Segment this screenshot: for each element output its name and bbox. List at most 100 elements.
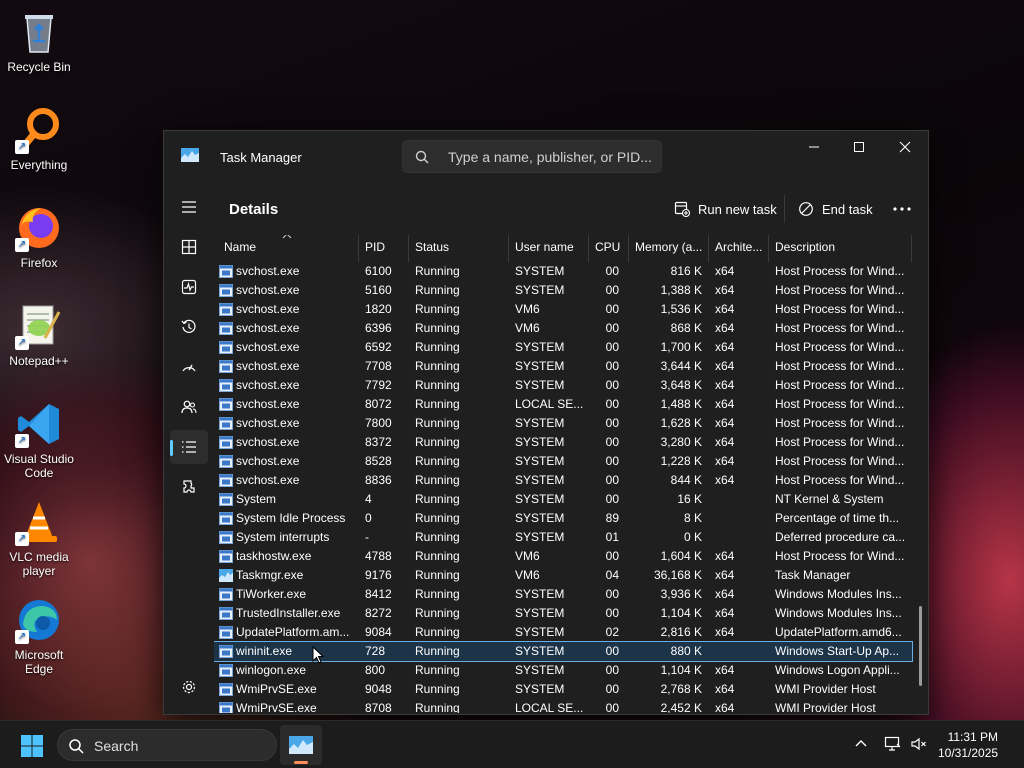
cell-user: VM6 <box>515 321 540 335</box>
start-button[interactable] <box>20 734 44 758</box>
table-row[interactable]: svchost.exe 6592 Running SYSTEM 00 1,700 K x64… <box>214 338 912 357</box>
cell-arch: x64 <box>715 454 735 468</box>
cell-pid: 5160 <box>365 283 392 297</box>
taskbar-app-task-manager[interactable] <box>280 725 322 765</box>
title-bar[interactable]: Task Manager <box>164 131 928 183</box>
system-clock[interactable]: 11:31 PM 10/31/2025 <box>938 729 998 761</box>
table-row[interactable]: svchost.exe 6100 Running SYSTEM 00 816 K x64 Ho… <box>214 262 912 281</box>
cell-desc: Task Manager <box>775 568 851 582</box>
table-row[interactable]: TrustedInstaller.exe 8272 Running SYSTEM 00 1… <box>214 604 912 623</box>
desktop-icon-notepad-plus-plus[interactable]: ↗ Notepad++ <box>4 302 74 368</box>
desktop-icon-firefox[interactable]: ↗ Firefox <box>4 204 74 270</box>
more-options-button[interactable] <box>888 195 916 223</box>
hamburger-menu-button[interactable] <box>170 190 208 224</box>
cell-user: SYSTEM <box>515 340 565 354</box>
close-button[interactable] <box>882 131 928 163</box>
cell-mem: 1,700 K <box>660 340 702 354</box>
column-header-label: Name <box>224 240 257 254</box>
chevron-up-icon[interactable] <box>852 735 870 753</box>
search-icon <box>69 739 84 754</box>
column-header-user-name[interactable]: User name <box>509 235 589 262</box>
cell-user: VM6 <box>515 302 540 316</box>
nav-details[interactable] <box>170 430 208 464</box>
table-row[interactable]: System 4 Running SYSTEM 00 16 K NT Kernel & Sy… <box>214 490 912 509</box>
table-row[interactable]: Taskmgr.exe 9176 Running VM6 04 36,168 K x64 Ta… <box>214 566 912 585</box>
table-row[interactable]: svchost.exe 8372 Running SYSTEM 00 3,280 K x64… <box>214 433 912 452</box>
table-row[interactable]: System Idle Process 0 Running SYSTEM 89 8 K Pe… <box>214 509 912 528</box>
table-row[interactable]: svchost.exe 7800 Running SYSTEM 00 1,628 K x64… <box>214 414 912 433</box>
vertical-scrollbar[interactable] <box>919 606 922 686</box>
desktop-icon-edge[interactable]: ↗ Microsoft Edge <box>4 596 74 676</box>
cell-arch <box>715 490 769 509</box>
process-icon <box>219 512 233 525</box>
window-title: Task Manager <box>220 150 302 165</box>
cell-name: svchost.exe <box>236 473 300 487</box>
cell-pid: 6396 <box>365 321 392 335</box>
cell-desc: WMI Provider Host <box>775 682 876 696</box>
table-row[interactable]: svchost.exe 8072 Running LOCAL SE... 00 1,488… <box>214 395 912 414</box>
nav-services[interactable] <box>170 470 208 504</box>
table-row[interactable]: svchost.exe 5160 Running SYSTEM 00 1,388 K x64… <box>214 281 912 300</box>
table-row[interactable]: WmiPrvSE.exe 8708 Running LOCAL SE... 00 2,45… <box>214 699 912 713</box>
nav-settings[interactable] <box>170 670 208 704</box>
table-row[interactable]: System interrupts - Running SYSTEM 01 0 K Defe… <box>214 528 912 547</box>
cell-mem: 16 K <box>677 492 702 506</box>
cell-mem: 1,628 K <box>660 416 702 430</box>
table-row[interactable]: svchost.exe 8528 Running SYSTEM 00 1,228 K x64… <box>214 452 912 471</box>
cell-desc: Host Process for Wind... <box>775 378 905 392</box>
cell-pid: 9176 <box>365 568 392 582</box>
nav-startup-apps[interactable] <box>170 350 208 384</box>
column-header-memory[interactable]: Memory (a... <box>629 235 709 262</box>
minimize-button[interactable] <box>791 131 837 163</box>
desktop-icon-everything[interactable]: ↗ Everything <box>4 106 74 172</box>
cell-pid: 7708 <box>365 359 392 373</box>
taskbar-search-box[interactable]: Search <box>57 729 277 761</box>
column-header-cpu[interactable]: CPU <box>589 235 629 262</box>
services-icon <box>183 480 195 493</box>
network-icon[interactable] <box>884 735 902 753</box>
desktop-icon-vlc[interactable]: ↗ VLC media player <box>4 498 74 578</box>
cell-status: Running <box>415 397 460 411</box>
table-row[interactable]: svchost.exe 6396 Running VM6 00 868 K x64 Host … <box>214 319 912 338</box>
run-new-task-button[interactable]: Run new task <box>668 195 783 223</box>
table-row[interactable]: svchost.exe 8836 Running SYSTEM 00 844 K x64 Ho… <box>214 471 912 490</box>
cell-arch: x64 <box>715 302 735 316</box>
nav-performance[interactable] <box>170 270 208 304</box>
column-header-name[interactable]: Name <box>214 235 359 262</box>
cell-name: WmiPrvSE.exe <box>236 682 317 696</box>
desktop-icon-vscode[interactable]: ↗ Visual Studio Code <box>4 400 74 480</box>
desktop-icon-recycle-bin[interactable]: Recycle Bin <box>4 8 74 74</box>
column-header-description[interactable]: Description <box>769 235 912 262</box>
column-header-architecture[interactable]: Archite... <box>709 235 769 262</box>
nav-app-history[interactable] <box>170 310 208 344</box>
search-input[interactable] <box>448 141 653 172</box>
table-row[interactable]: UpdatePlatform.am... 9084 Running SYSTEM 02 2… <box>214 623 912 642</box>
cell-user: VM6 <box>515 549 540 563</box>
cell-cpu: 00 <box>605 549 619 563</box>
nav-users[interactable] <box>170 390 208 424</box>
cell-pid: 728 <box>365 644 386 658</box>
maximize-button[interactable] <box>836 131 882 163</box>
end-task-button[interactable]: End task <box>792 195 879 223</box>
table-row[interactable]: TiWorker.exe 8412 Running SYSTEM 00 3,936 K x6… <box>214 585 912 604</box>
table-row[interactable]: svchost.exe 7792 Running SYSTEM 00 3,648 K x64… <box>214 376 912 395</box>
column-header-pid[interactable]: PID <box>359 235 409 262</box>
table-row[interactable]: svchost.exe 1820 Running VM6 00 1,536 K x64 Hos… <box>214 300 912 319</box>
process-icon <box>219 417 233 430</box>
table-row[interactable]: taskhostw.exe 4788 Running VM6 00 1,604 K x64 H… <box>214 547 912 566</box>
cell-cpu: 04 <box>605 568 619 582</box>
column-header-status[interactable]: Status <box>409 235 509 262</box>
nav-processes[interactable] <box>170 230 208 264</box>
cell-name: TiWorker.exe <box>236 587 307 601</box>
cell-pid: 4788 <box>365 549 392 563</box>
cell-desc: Host Process for Wind... <box>775 435 905 449</box>
cell-status: Running <box>415 663 460 677</box>
cell-mem: 2,816 K <box>660 625 702 639</box>
cell-user: SYSTEM <box>515 264 565 278</box>
table-row[interactable]: WmiPrvSE.exe 9048 Running SYSTEM 00 2,768 K x6… <box>214 680 912 699</box>
cell-desc: Percentage of time th... <box>775 511 900 525</box>
search-box[interactable] <box>402 140 662 173</box>
table-row[interactable]: svchost.exe 7708 Running SYSTEM 00 3,644 K x64… <box>214 357 912 376</box>
volume-muted-icon[interactable] <box>910 735 928 753</box>
column-header-label: Archite... <box>715 240 763 254</box>
